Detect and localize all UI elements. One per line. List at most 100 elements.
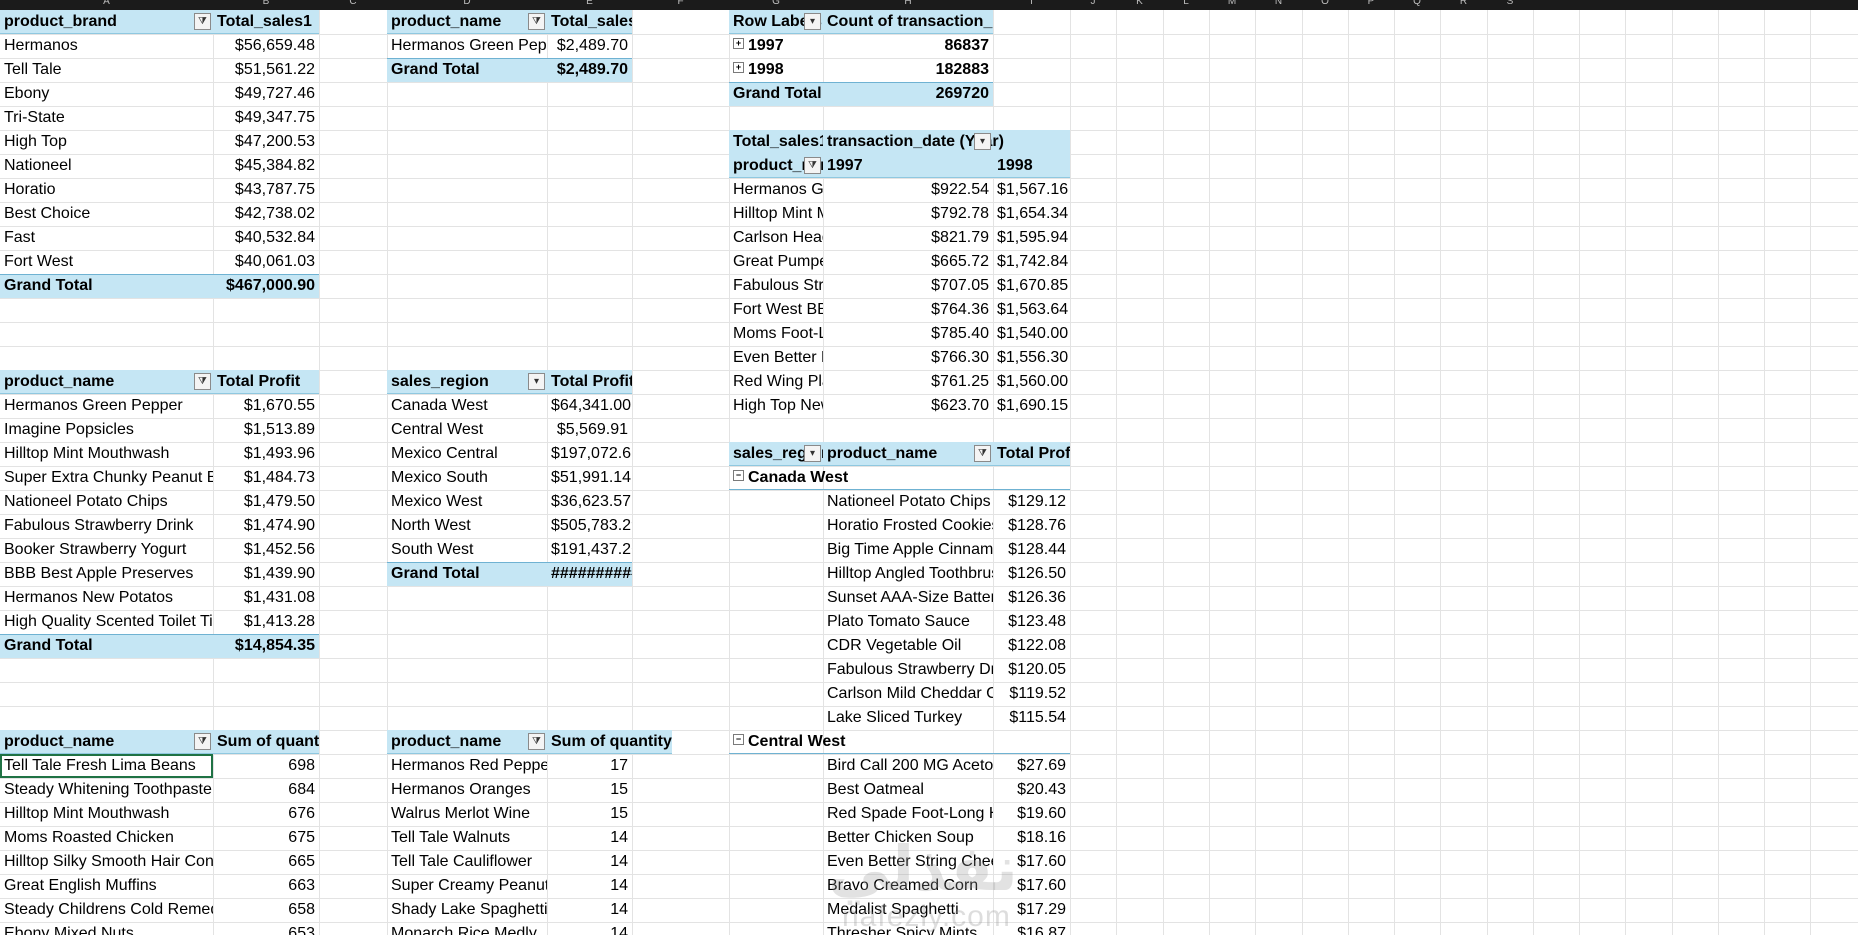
pivot-row-value[interactable]: $16.87 <box>993 922 1070 935</box>
pivot-row-value[interactable]: $19.60 <box>993 802 1070 826</box>
pivot-row-label[interactable]: Big Time Apple Cinnamon Waffles <box>823 538 993 562</box>
pivot-row-value[interactable]: 15 <box>547 802 632 826</box>
pivot-row-value[interactable]: 698 <box>213 754 319 778</box>
pivot-row-label[interactable]: Hilltop Angled Toothbrush <box>823 562 993 586</box>
pivot-row-value[interactable]: $1,670.55 <box>213 394 319 418</box>
pivot-row-label[interactable]: Even Better Large Curd Cottage Cheese <box>729 346 823 370</box>
pivot-row-value[interactable]: $56,659.48 <box>213 34 319 58</box>
column-letter[interactable]: S <box>1507 0 1514 7</box>
pivot-row-value-1998[interactable]: $1,563.64 <box>993 298 1070 322</box>
pivot-row-label[interactable]: Fast <box>0 226 213 250</box>
pivot-row-label[interactable]: Shady Lake Spaghetti <box>387 898 547 922</box>
pivot-row-label[interactable]: Hermanos Green Pepper <box>729 178 823 202</box>
column-letter[interactable]: G <box>772 0 780 7</box>
filter-dropdown-icon[interactable]: ▾ <box>804 13 821 30</box>
pivot-row-value-1998[interactable]: $1,670.85 <box>993 274 1070 298</box>
pivot-row-value[interactable]: $2,489.70 <box>547 34 632 58</box>
pivot-row-value[interactable]: $40,532.84 <box>213 226 319 250</box>
pivot-row-label[interactable]: +1997 <box>729 34 823 58</box>
column-letter[interactable]: A <box>103 0 110 7</box>
pivot-row-value[interactable]: 658 <box>213 898 319 922</box>
pivot-row-value[interactable]: $47,200.53 <box>213 130 319 154</box>
pivot-row-value[interactable]: $17.29 <box>993 898 1070 922</box>
pivot-row-label[interactable]: Ebony <box>0 82 213 106</box>
pivot-row-label[interactable]: Moms Roasted Chicken <box>0 826 213 850</box>
pivot-row-label[interactable]: Bird Call 200 MG Acetominifen <box>823 754 993 778</box>
pivot-row-value-1997[interactable]: $792.78 <box>823 202 993 226</box>
pivot-row-label[interactable]: Carlson Head Cheese <box>729 226 823 250</box>
pivot-row-label[interactable]: Bravo Creamed Corn <box>823 874 993 898</box>
pivot-row-value[interactable]: $40,061.03 <box>213 250 319 274</box>
pivot-row-label[interactable]: Red Wing Plastic Knives <box>729 370 823 394</box>
pivot-row-value[interactable]: $42,738.02 <box>213 202 319 226</box>
pivot-row-label[interactable]: North West <box>387 514 547 538</box>
pivot-row-label[interactable]: Red Spade Foot-Long Hot Dogs <box>823 802 993 826</box>
pivot-row-label[interactable]: Steady Whitening Toothpaste <box>0 778 213 802</box>
pivot-row-value[interactable]: $1,513.89 <box>213 418 319 442</box>
pivot-row-value-1998[interactable]: $1,560.00 <box>993 370 1070 394</box>
pivot-row-label[interactable]: Hermanos New Potatos <box>0 586 213 610</box>
pivot-row-label[interactable]: Hermanos Red Pepper <box>387 754 547 778</box>
pivot-row-value-1998[interactable]: $1,567.16 <box>993 178 1070 202</box>
column-letter[interactable]: O <box>1321 0 1329 7</box>
pivot-row-value[interactable]: $1,479.50 <box>213 490 319 514</box>
pivot-row-label[interactable]: Hermanos Oranges <box>387 778 547 802</box>
pivot-row-value[interactable]: 653 <box>213 922 319 935</box>
pivot-row-value[interactable]: 86837 <box>823 34 993 58</box>
pivot-row-label[interactable]: Nationeel Potato Chips <box>0 490 213 514</box>
pivot-row-value[interactable]: $51,991.14 <box>547 466 632 490</box>
filter-applied-icon[interactable]: ⧩ <box>804 157 821 174</box>
pivot-group-label[interactable]: − Central West <box>729 730 1070 754</box>
pivot-row-label[interactable]: Mexico West <box>387 490 547 514</box>
pivot-row-value[interactable]: 14 <box>547 874 632 898</box>
pivot-row-value-1997[interactable]: $623.70 <box>823 394 993 418</box>
pivot-row-label[interactable]: Lake Sliced Turkey <box>823 706 993 730</box>
pivot-row-label[interactable]: Thresher Spicy Mints <box>823 922 993 935</box>
pivot-row-label[interactable]: Canada West <box>387 394 547 418</box>
pivot-row-label[interactable]: High Top New Potatos <box>729 394 823 418</box>
pivot-row-value[interactable]: $5,569.91 <box>547 418 632 442</box>
pivot-row-label[interactable]: CDR Vegetable Oil <box>823 634 993 658</box>
pivot-row-label[interactable]: Walrus Merlot Wine <box>387 802 547 826</box>
pivot-row-label[interactable]: Central West <box>387 418 547 442</box>
pivot-row-value[interactable]: $197,072.61 <box>547 442 632 466</box>
pivot-row-label[interactable]: Sunset AAA-Size Batteries <box>823 586 993 610</box>
pivot-row-label[interactable]: Mexico Central <box>387 442 547 466</box>
pivot-row-value[interactable]: $1,439.90 <box>213 562 319 586</box>
filter-dropdown-icon[interactable]: ▾ <box>528 373 545 390</box>
pivot-row-value[interactable]: 15 <box>547 778 632 802</box>
column-header-bar[interactable]: A B C D E F G H I J K L M N O P Q R S <box>0 0 1858 10</box>
pivot-row-label[interactable]: Great English Muffins <box>0 874 213 898</box>
pivot-row-value-1998[interactable]: $1,556.30 <box>993 346 1070 370</box>
pivot-row-label[interactable]: Booker Strawberry Yogurt <box>0 538 213 562</box>
filter-applied-icon[interactable]: ⧩ <box>528 733 545 750</box>
pivot-row-value-1997[interactable]: $766.30 <box>823 346 993 370</box>
pivot-row-value[interactable]: $122.08 <box>993 634 1070 658</box>
column-letter[interactable]: J <box>1091 0 1096 7</box>
filter-dropdown-icon[interactable]: ▾ <box>974 133 991 150</box>
pivot-row-label[interactable]: Best Oatmeal <box>823 778 993 802</box>
pivot-row-value-1998[interactable]: $1,690.15 <box>993 394 1070 418</box>
pivot-row-label[interactable]: Best Choice <box>0 202 213 226</box>
column-letter[interactable]: B <box>263 0 270 7</box>
pivot-row-value[interactable]: $17.60 <box>993 850 1070 874</box>
pivot-row-label[interactable]: Hilltop Mint Mouthwash <box>0 802 213 826</box>
pivot-row-value[interactable]: $51,561.22 <box>213 58 319 82</box>
column-letter[interactable]: I <box>1030 0 1033 7</box>
pivot-row-label[interactable]: High Quality Scented Toilet Tissue <box>0 610 213 634</box>
pivot-row-value[interactable]: $49,727.46 <box>213 82 319 106</box>
pivot-row-label[interactable]: South West <box>387 538 547 562</box>
pivot-row-value[interactable]: $1,452.56 <box>213 538 319 562</box>
filter-applied-icon[interactable]: ⧩ <box>194 733 211 750</box>
pivot-row-value[interactable]: $191,437.26 <box>547 538 632 562</box>
pivot-row-label[interactable]: Tell Tale Fresh Lima Beans <box>0 754 213 778</box>
column-letter[interactable]: Q <box>1413 0 1421 7</box>
pivot-row-label[interactable]: Carlson Mild Cheddar Cheese <box>823 682 993 706</box>
pivot-row-value-1998[interactable]: $1,654.34 <box>993 202 1070 226</box>
pivot-row-label[interactable]: Medalist Spaghetti <box>823 898 993 922</box>
pivot-group-label[interactable]: − Canada West <box>729 466 1070 490</box>
pivot-row-label[interactable]: Horatio <box>0 178 213 202</box>
pivot-row-value[interactable]: $1,431.08 <box>213 586 319 610</box>
pivot-row-value[interactable]: 14 <box>547 898 632 922</box>
pivot-row-label[interactable]: Steady Childrens Cold Remedy <box>0 898 213 922</box>
